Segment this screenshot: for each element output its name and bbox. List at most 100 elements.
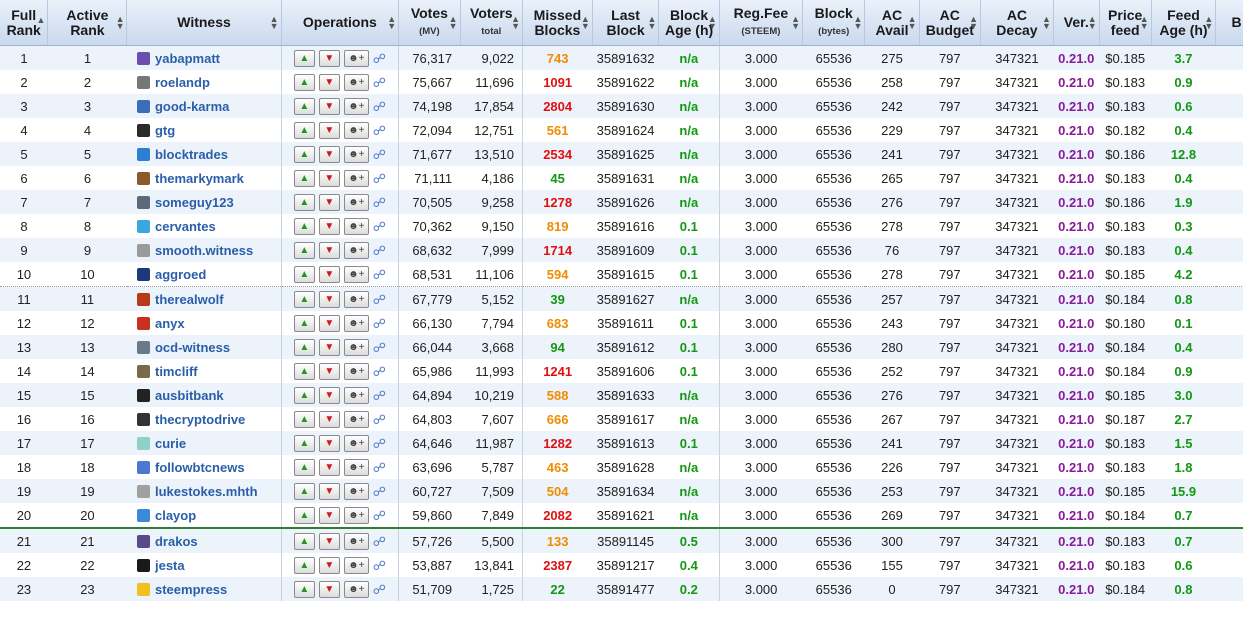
proxy-user-button[interactable]: ☻+ — [343, 533, 369, 550]
vote-up-button[interactable]: ▲ — [293, 581, 315, 598]
witness-name-link[interactable]: anyx — [155, 316, 185, 331]
vote-down-button[interactable]: ▼ — [318, 507, 340, 524]
witness-name-link[interactable]: ausbitbank — [155, 388, 224, 403]
witness-name-link[interactable]: drakos — [155, 534, 198, 549]
chain-link-icon[interactable]: ☍ — [373, 243, 386, 259]
sort-icon[interactable]: ▲ ▼ — [581, 15, 590, 31]
chain-link-icon[interactable]: ☍ — [373, 484, 386, 500]
vote-up-button[interactable]: ▲ — [293, 435, 315, 452]
witness-name-link[interactable]: good-karma — [155, 99, 229, 114]
column-header-6[interactable]: Missed Blocks ▲ ▼ — [522, 0, 593, 46]
proxy-user-button[interactable]: ☻+ — [343, 74, 369, 91]
chain-link-icon[interactable]: ☍ — [373, 171, 386, 187]
sort-icon[interactable]: ▲ ▼ — [791, 15, 800, 31]
witness-name-link[interactable]: therealwolf — [155, 292, 224, 307]
vote-down-button[interactable]: ▼ — [318, 194, 340, 211]
chain-link-icon[interactable]: ☍ — [373, 123, 386, 139]
vote-down-button[interactable]: ▼ — [318, 315, 340, 332]
proxy-user-button[interactable]: ☻+ — [343, 146, 369, 163]
witness-name-link[interactable]: lukestokes.mhth — [155, 484, 258, 499]
column-header-9[interactable]: Reg.Fee (STEEM) ▲ ▼ — [719, 0, 804, 46]
vote-down-button[interactable]: ▼ — [318, 170, 340, 187]
column-header-17[interactable]: B — [1215, 0, 1243, 46]
sort-icon[interactable]: ▲ ▼ — [387, 15, 396, 31]
proxy-user-button[interactable]: ☻+ — [343, 170, 369, 187]
chain-link-icon[interactable]: ☍ — [373, 316, 386, 332]
vote-down-button[interactable]: ▼ — [318, 459, 340, 476]
vote-down-button[interactable]: ▼ — [318, 339, 340, 356]
witness-name-link[interactable]: roelandp — [155, 75, 210, 90]
chain-link-icon[interactable]: ☍ — [373, 534, 386, 550]
proxy-user-button[interactable]: ☻+ — [343, 507, 369, 524]
column-header-3[interactable]: Operations ▲ ▼ — [281, 0, 400, 46]
witness-name-link[interactable]: ocd-witness — [155, 340, 230, 355]
column-header-4[interactable]: Votes (MV) ▲ ▼ — [398, 0, 461, 46]
vote-up-button[interactable]: ▲ — [293, 411, 315, 428]
column-header-7[interactable]: Last Block ▲ ▼ — [592, 0, 660, 46]
witness-name-link[interactable]: clayop — [155, 508, 196, 523]
vote-up-button[interactable]: ▲ — [293, 557, 315, 574]
proxy-user-button[interactable]: ☻+ — [343, 291, 369, 308]
vote-down-button[interactable]: ▼ — [318, 387, 340, 404]
witness-name-link[interactable]: blocktrades — [155, 147, 228, 162]
vote-up-button[interactable]: ▲ — [293, 483, 315, 500]
proxy-user-button[interactable]: ☻+ — [343, 194, 369, 211]
witness-name-link[interactable]: aggroed — [155, 267, 206, 282]
vote-up-button[interactable]: ▲ — [293, 459, 315, 476]
vote-down-button[interactable]: ▼ — [318, 483, 340, 500]
vote-down-button[interactable]: ▼ — [318, 218, 340, 235]
chain-link-icon[interactable]: ☍ — [373, 51, 386, 67]
proxy-user-button[interactable]: ☻+ — [343, 98, 369, 115]
chain-link-icon[interactable]: ☍ — [373, 75, 386, 91]
witness-name-link[interactable]: steempress — [155, 582, 227, 597]
chain-link-icon[interactable]: ☍ — [373, 292, 386, 308]
proxy-user-button[interactable]: ☻+ — [343, 339, 369, 356]
sort-ascending-icon[interactable]: ▲ — [36, 16, 45, 25]
vote-down-button[interactable]: ▼ — [318, 266, 340, 283]
chain-link-icon[interactable]: ☍ — [373, 582, 386, 598]
column-header-14[interactable]: Ver. ▲ ▼ — [1053, 0, 1100, 46]
vote-up-button[interactable]: ▲ — [293, 50, 315, 67]
column-header-16[interactable]: Feed Age (h) ▲ ▼ — [1151, 0, 1217, 46]
chain-link-icon[interactable]: ☍ — [373, 147, 386, 163]
column-header-1[interactable]: Active Rank ▲ ▼ — [47, 0, 128, 46]
sort-icon[interactable]: ▲ ▼ — [647, 15, 656, 31]
proxy-user-button[interactable]: ☻+ — [343, 387, 369, 404]
sort-icon[interactable]: ▲ ▼ — [1140, 15, 1149, 31]
chain-link-icon[interactable]: ☍ — [373, 388, 386, 404]
vote-down-button[interactable]: ▼ — [318, 291, 340, 308]
chain-link-icon[interactable]: ☍ — [373, 436, 386, 452]
witness-name-link[interactable]: yabapmatt — [155, 51, 220, 66]
sort-icon[interactable]: ▲ ▼ — [1088, 15, 1097, 31]
vote-down-button[interactable]: ▼ — [318, 146, 340, 163]
sort-icon[interactable]: ▲ ▼ — [1204, 15, 1213, 31]
vote-down-button[interactable]: ▼ — [318, 581, 340, 598]
vote-up-button[interactable]: ▲ — [293, 194, 315, 211]
proxy-user-button[interactable]: ☻+ — [343, 363, 369, 380]
chain-link-icon[interactable]: ☍ — [373, 364, 386, 380]
vote-down-button[interactable]: ▼ — [318, 411, 340, 428]
chain-link-icon[interactable]: ☍ — [373, 219, 386, 235]
witness-name-link[interactable]: smooth.witness — [155, 243, 253, 258]
proxy-user-button[interactable]: ☻+ — [343, 122, 369, 139]
column-header-12[interactable]: AC Budget ▲ ▼ — [919, 0, 982, 46]
proxy-user-button[interactable]: ☻+ — [343, 315, 369, 332]
column-header-10[interactable]: Block (bytes) ▲ ▼ — [802, 0, 866, 46]
column-header-0[interactable]: Full Rank ▲ — [0, 0, 49, 46]
vote-up-button[interactable]: ▲ — [293, 98, 315, 115]
vote-up-button[interactable]: ▲ — [293, 363, 315, 380]
witness-name-link[interactable]: curie — [155, 436, 186, 451]
witness-name-link[interactable]: gtg — [155, 123, 175, 138]
chain-link-icon[interactable]: ☍ — [373, 508, 386, 524]
vote-up-button[interactable]: ▲ — [293, 291, 315, 308]
vote-up-button[interactable]: ▲ — [293, 387, 315, 404]
proxy-user-button[interactable]: ☻+ — [343, 242, 369, 259]
witness-name-link[interactable]: thecryptodrive — [155, 412, 245, 427]
chain-link-icon[interactable]: ☍ — [373, 99, 386, 115]
sort-icon[interactable]: ▲ ▼ — [708, 15, 717, 31]
sort-icon[interactable]: ▲ ▼ — [908, 15, 917, 31]
sort-icon[interactable]: ▲ ▼ — [969, 15, 978, 31]
vote-down-button[interactable]: ▼ — [318, 435, 340, 452]
vote-down-button[interactable]: ▼ — [318, 74, 340, 91]
vote-up-button[interactable]: ▲ — [293, 533, 315, 550]
